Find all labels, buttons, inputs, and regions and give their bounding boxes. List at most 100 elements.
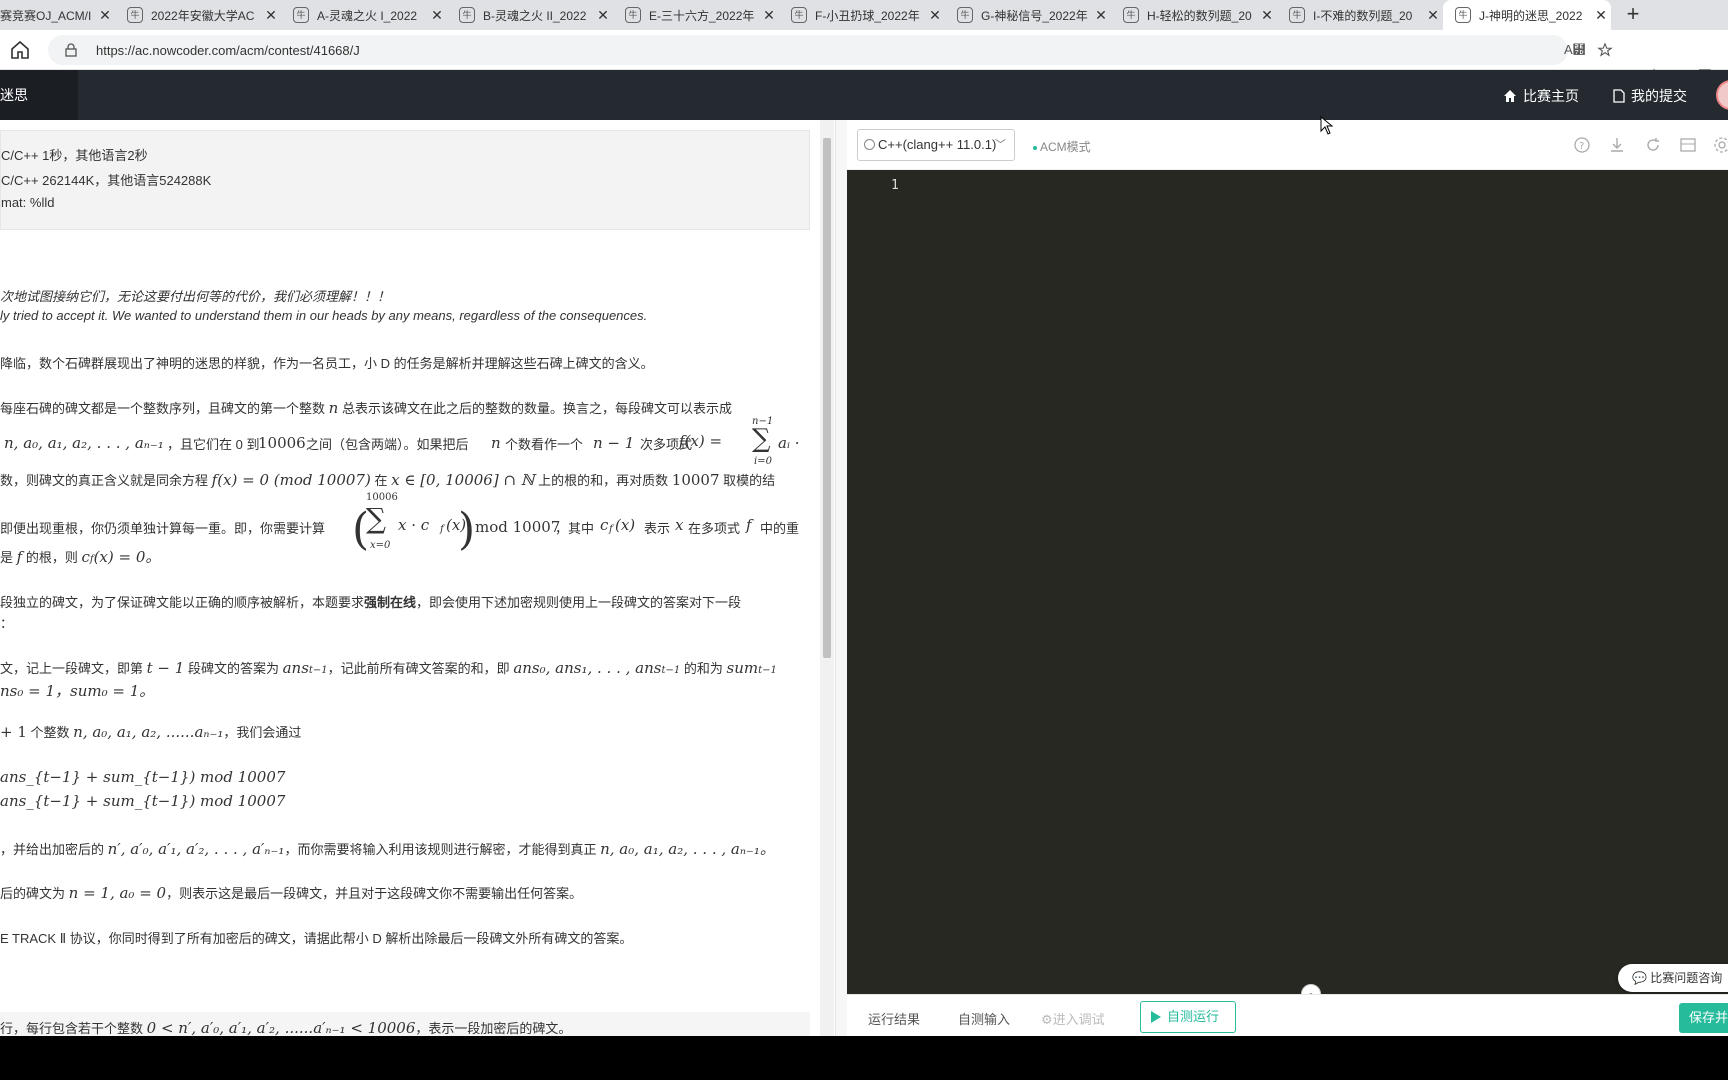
close-icon[interactable]: ✕: [1591, 7, 1611, 24]
browser-tab[interactable]: 牛 I-不难的数列题_20 ✕: [1277, 0, 1443, 30]
pane-resize-handle[interactable]: [835, 120, 847, 1036]
read-aloud-icon[interactable]: A⹽: [1564, 42, 1586, 58]
close-icon[interactable]: ✕: [1257, 7, 1277, 24]
paragraph-8: 文，记上一段碑文，即第 t − 1 段碑文的答案为 anst−1，记此前所有碑文…: [0, 659, 777, 677]
input-description: 行，每行包含若干个整数 0 < n′, a′₀, a′₁, a′₂, .....…: [0, 1019, 572, 1036]
close-icon[interactable]: ✕: [759, 7, 779, 24]
home-icon[interactable]: [8, 38, 32, 62]
code-editor[interactable]: 1: [847, 170, 1728, 994]
close-icon[interactable]: ✕: [427, 7, 447, 24]
close-icon[interactable]: ✕: [261, 7, 281, 24]
time-limit: C/C++ 1秒，其他语言2秒: [1, 148, 148, 163]
paragraph-11: ，并给出加密后的 n′, a′₀, a′₁, a′₂, . . . , a′ₙ₋…: [0, 840, 775, 858]
site-favicon-icon: 牛: [791, 7, 807, 23]
input-section: 行，每行包含若干个整数 0 < n′, a′₀, a′₁, a′₂, .....…: [0, 1012, 810, 1036]
browser-tab[interactable]: 牛 2022年安徽大学AC ✕: [115, 0, 281, 30]
site-favicon-icon: 牛: [957, 7, 973, 23]
chevron-down-icon: ﹀: [995, 139, 1006, 151]
close-icon[interactable]: ✕: [925, 7, 945, 24]
contest-home-link[interactable]: 比赛主页: [1503, 86, 1579, 106]
document-icon: [1613, 89, 1625, 103]
home-icon: [1504, 90, 1516, 102]
layout-icon[interactable]: [1679, 136, 1697, 154]
browser-tab[interactable]: 牛 E-三十六方_2022年 ✕: [613, 0, 779, 30]
site-favicon-icon: 牛: [1123, 7, 1139, 23]
help-icon[interactable]: ?: [1573, 136, 1591, 154]
refresh-icon[interactable]: [1644, 136, 1662, 154]
io-format: mat: %lld: [1, 195, 55, 210]
formula-1: ans_{t−1} + sum_{t−1}) mod 10007: [0, 768, 286, 786]
editor-toolbar: C++(clang++ 11.0.1) ﹀ ACM模式 ?: [847, 120, 1728, 170]
editor-bottom-bar: 运行结果 自测输入 ⚙进入调试 自测运行 保存并: [847, 994, 1728, 1036]
memory-limit: C/C++ 262144K，其他语言524288K: [1, 173, 212, 188]
address-bar-row: https://ac.nowcoder.com/acm/contest/4166…: [0, 30, 1728, 85]
page: 赛竞赛OJ_ACM/I ✕ 牛 2022年安徽大学AC ✕ 牛 A-灵魂之火 I_2022 ✕…: [0, 0, 1728, 1036]
close-icon[interactable]: ✕: [1091, 7, 1111, 24]
browser-tab[interactable]: 牛 G-神秘信号_2022年 ✕: [945, 0, 1111, 30]
avatar[interactable]: [1716, 80, 1728, 110]
tab-title: H-轻松的数列题_20: [1147, 8, 1252, 23]
paragraph-9: ns₀ = 1，sum₀ = 1。: [0, 682, 155, 700]
problem-scroll-thumb[interactable]: [823, 138, 831, 658]
tab-title: F-小丑扔球_2022年: [815, 8, 920, 23]
browser-tab[interactable]: 牛 J-神明的迷思_2022 ✕: [1443, 0, 1611, 30]
close-icon[interactable]: ✕: [95, 7, 115, 24]
site-favicon-icon: 牛: [1289, 7, 1305, 23]
save-submit-button[interactable]: 保存并: [1679, 1003, 1728, 1033]
tab-title: A-灵魂之火 I_2022: [317, 8, 418, 23]
paragraph-7: 段独立的碑文，为了保证碑文能以正确的顺序被解析，本题要求强制在线，即会使用下述加…: [0, 595, 742, 610]
site-favicon-icon: 牛: [459, 7, 475, 23]
lock-icon: [65, 43, 77, 57]
language-select[interactable]: C++(clang++ 11.0.1) ﹀: [857, 129, 1015, 161]
add-favorite-icon[interactable]: [1596, 42, 1614, 58]
tab-title: J-神明的迷思_2022: [1479, 8, 1583, 23]
problem-title-fragment: 迷思: [0, 70, 78, 120]
quote-cn: 次地试图接纳它们，无论这要付出何等的代价，我们必须理解！！！: [0, 289, 391, 304]
tab-custom-input[interactable]: 自测输入: [958, 1009, 1010, 1028]
site-header: 迷思 比赛主页 我的提交: [0, 70, 1728, 120]
formula-2: ans_{t−1} + sum_{t−1}) mod 10007: [0, 792, 286, 810]
paragraph-13: E TRACK Ⅱ 协议，你同时得到了所有加密后的碑文，请据此帮小 D 解析出除…: [0, 931, 633, 946]
url-text[interactable]: https://ac.nowcoder.com/acm/contest/4166…: [96, 43, 360, 58]
svg-text:?: ?: [1579, 141, 1584, 152]
site-favicon-icon: 牛: [1455, 7, 1471, 23]
close-icon[interactable]: ✕: [1423, 7, 1443, 24]
download-icon[interactable]: [1608, 136, 1626, 154]
paragraph-10: + 1 个整数 n, a₀, a₁, a₂, ......aₙ₋₁，我们会通过: [0, 723, 302, 741]
self-run-button[interactable]: 自测运行: [1140, 1001, 1236, 1033]
tab-title: I-不难的数列题_20: [1313, 8, 1413, 23]
chat-icon: 💬: [1632, 971, 1647, 985]
paragraph-2: 每座石碑的碑文都是一个整数序列，且碑文的第一个整数 n 总表示该碑文在此之后的整…: [0, 399, 732, 417]
paragraph-4: 数，则碑文的真正含义就是同余方程 f(x) = 0 (mod 10007) 在 …: [0, 471, 776, 489]
play-icon: [1151, 1011, 1161, 1023]
tab-title: G-神秘信号_2022年: [981, 8, 1088, 23]
mouse-cursor-icon: [1320, 115, 1334, 135]
browser-tab[interactable]: 赛竞赛OJ_ACM/I ✕: [0, 0, 115, 30]
browser-tab[interactable]: 牛 B-灵魂之火 II_2022 ✕: [447, 0, 613, 30]
site-favicon-icon: 牛: [625, 7, 641, 23]
tab-title: 2022年安徽大学AC: [151, 8, 255, 23]
browser-tab[interactable]: 牛 H-轻松的数列题_20 ✕: [1111, 0, 1277, 30]
browser-tab[interactable]: 牛 F-小丑扔球_2022年 ✕: [779, 0, 945, 30]
contest-home-label: 比赛主页: [1523, 88, 1579, 104]
mode-badge: ACM模式: [1033, 138, 1091, 155]
settings-icon[interactable]: [1713, 136, 1728, 154]
new-tab-button[interactable]: +: [1618, 0, 1648, 30]
my-submissions-link[interactable]: 我的提交: [1613, 86, 1687, 106]
tab-title: B-灵魂之火 II_2022: [483, 8, 587, 23]
site-favicon-icon: 牛: [127, 7, 143, 23]
my-submissions-label: 我的提交: [1631, 88, 1687, 104]
debug-button[interactable]: ⚙进入调试: [1041, 1009, 1105, 1028]
problem-pane: C/C++ 1秒，其他语言2秒 C/C++ 262144K，其他语言524288…: [0, 120, 846, 1036]
close-icon[interactable]: ✕: [593, 7, 613, 24]
language-value: C++(clang++ 11.0.1): [878, 137, 997, 152]
paragraph-7-cont: ：: [0, 616, 14, 631]
browser-tab[interactable]: 牛 A-灵魂之火 I_2022 ✕: [281, 0, 447, 30]
tab-run-result[interactable]: 运行结果: [868, 1009, 920, 1028]
line-number: 1: [891, 178, 899, 193]
url-box[interactable]: https://ac.nowcoder.com/acm/contest/4166…: [48, 35, 1613, 65]
quote-en: ly tried to accept it. We wanted to unde…: [0, 308, 648, 323]
browser-tab-bar: 赛竞赛OJ_ACM/I ✕ 牛 2022年安徽大学AC ✕ 牛 A-灵魂之火 I_2022 ✕…: [0, 0, 1728, 30]
paragraph-12: 后的碑文为 n = 1, a₀ = 0，则表示这是最后一段碑文，并且对于这段碑文…: [0, 884, 583, 902]
contest-question-button[interactable]: 💬 比赛问题咨询: [1618, 964, 1728, 992]
